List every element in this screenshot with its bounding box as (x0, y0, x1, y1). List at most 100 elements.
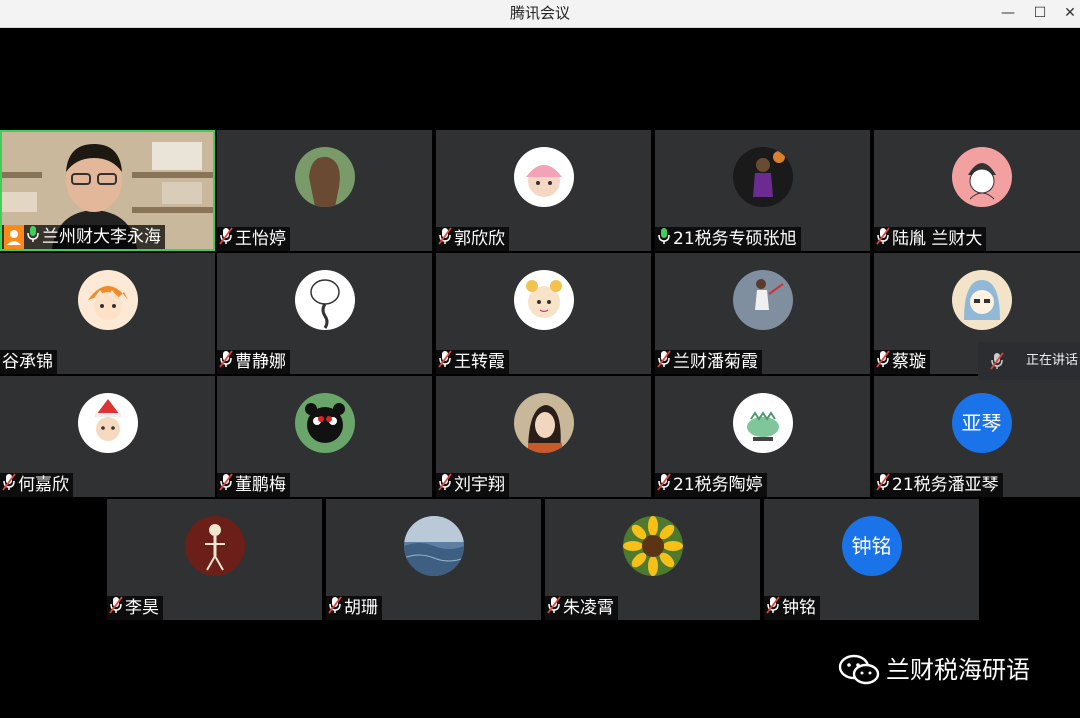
participant-name: 谷承锦 (2, 352, 53, 372)
participant-tile[interactable]: 郭欣欣 (436, 130, 651, 251)
muted-mic-icon (766, 595, 782, 621)
muted-mic-icon (876, 226, 892, 252)
participant-name-label: 钟铭 (764, 595, 820, 621)
participant-name-label: 朱凌霄 (545, 595, 618, 621)
participant-name: 21税务专硕张旭 (673, 229, 797, 249)
participant-name-label: 兰财潘菊霞 (655, 349, 762, 374)
speaking-indicator: 正在讲话 (978, 342, 1080, 380)
participant-name: 21税务陶婷 (673, 475, 763, 495)
participant-name: 王怡婷 (235, 229, 286, 249)
tennis-player-avatar (732, 269, 793, 330)
muted-mic-icon (2, 472, 18, 498)
participant-tile[interactable]: 陆胤 兰财大 (874, 130, 1080, 251)
participant-name: 何嘉欣 (18, 475, 69, 495)
participant-name-label: 曹静娜 (217, 349, 290, 375)
participant-name: 陆胤 兰财大 (892, 229, 983, 249)
text-avatar: 亚琴 (951, 392, 1012, 453)
watermark-text: 兰财税海研语 (886, 656, 1030, 684)
participant-name: 朱凌霄 (563, 598, 614, 618)
dinosaur-avatar (732, 392, 793, 453)
participant-name-label: 胡珊 (326, 595, 382, 621)
participant-name-label: 21税务专硕张旭 (655, 227, 801, 251)
participant-name: 刘宇翔 (454, 475, 505, 495)
sunflower-avatar (622, 515, 683, 576)
participant-name-label: 蔡璇 (874, 349, 930, 375)
participant-tile[interactable]: 何嘉欣 (0, 376, 215, 497)
muted-mic-icon (876, 349, 892, 375)
skeleton-avatar (184, 515, 245, 576)
sea-avatar (403, 515, 464, 576)
participant-name: 兰财潘菊霞 (673, 352, 758, 372)
participant-tile[interactable]: 谷承锦 (0, 253, 215, 374)
participant-name-label: 21税务陶婷 (655, 472, 767, 498)
muted-mic-icon (219, 472, 235, 498)
close-icon[interactable]: ✕ (1050, 0, 1080, 27)
participant-tile[interactable]: 亚琴 21税务潘亚琴 (874, 376, 1080, 497)
text-avatar: 钟铭 (841, 515, 902, 576)
participant-name: 李昊 (125, 598, 159, 618)
muted-mic-icon (990, 352, 1004, 370)
participant-name-label: 董鹏梅 (217, 472, 290, 498)
kumamon-avatar (294, 392, 355, 453)
participant-name: 曹静娜 (235, 352, 286, 372)
participant-tile[interactable]: 兰财潘菊霞 (655, 253, 870, 374)
participant-tile[interactable]: 朱凌霄 (545, 499, 760, 620)
cartoon-girl-avatar (513, 146, 574, 207)
participant-tile[interactable]: 董鹏梅 (217, 376, 432, 497)
participant-name: 兰州财大李永海 (42, 227, 161, 247)
muted-mic-icon (876, 472, 892, 498)
speaking-label: 正在讲话 (1026, 353, 1079, 368)
participant-tile[interactable]: 王转霞 (436, 253, 651, 374)
muted-mic-icon (328, 595, 344, 621)
participant-name: 郭欣欣 (454, 229, 505, 249)
window-title: 腾讯会议 (509, 4, 570, 22)
participant-grid: 兰州财大李永海 王怡婷 郭欣欣 21税务专硕张旭 陆胤 兰财大谷承锦 曹静娜 王转霞 兰财潘菊… (0, 130, 1080, 625)
muted-mic-icon (438, 226, 454, 252)
participant-name: 胡珊 (344, 598, 378, 618)
hooded-cartoon-avatar (951, 269, 1012, 330)
participant-name-label: 兰州财大李永海 (2, 225, 165, 249)
mic-icon (657, 227, 673, 252)
watermark: 兰财税海研语 (838, 652, 1030, 688)
basketball-player-avatar (732, 146, 793, 207)
participant-tile[interactable]: 钟铭 钟铭 (764, 499, 979, 620)
muted-mic-icon (657, 472, 673, 498)
muted-mic-icon (438, 472, 454, 498)
participant-tile[interactable]: 胡珊 (326, 499, 541, 620)
orange-hair-cartoon-avatar (77, 269, 138, 330)
illustrated-girl-avatar (294, 146, 355, 207)
host-badge-icon (4, 225, 24, 249)
muted-mic-icon (547, 595, 563, 621)
participant-name-label: 陆胤 兰财大 (874, 226, 987, 252)
participant-name: 钟铭 (782, 598, 816, 618)
participant-name-label: 谷承锦 (0, 350, 57, 374)
hat-sketch-avatar (951, 146, 1012, 207)
muted-mic-icon (109, 595, 125, 621)
title-bar: 腾讯会议 — ☐ ✕ (0, 0, 1080, 28)
portrait-photo-avatar (513, 392, 574, 453)
participant-tile[interactable]: 王怡婷 (217, 130, 432, 251)
participant-name-label: 21税务潘亚琴 (874, 472, 1003, 498)
muted-mic-icon (219, 349, 235, 375)
participant-name-label: 郭欣欣 (436, 226, 509, 252)
participant-tile[interactable]: 刘宇翔 (436, 376, 651, 497)
cartoon-animal-avatar (513, 269, 574, 330)
participant-name-label: 王怡婷 (217, 226, 290, 252)
participant-tile[interactable]: 李昊 (107, 499, 322, 620)
participant-name-label: 刘宇翔 (436, 472, 509, 498)
participant-name-label: 何嘉欣 (0, 472, 73, 498)
participant-name-label: 李昊 (107, 595, 163, 621)
santa-hat-cartoon-avatar (77, 392, 138, 453)
muted-mic-icon (438, 349, 454, 375)
participant-name: 王转霞 (454, 352, 505, 372)
participant-name-label: 王转霞 (436, 349, 509, 375)
participant-tile[interactable]: 21税务陶婷 (655, 376, 870, 497)
braid-sketch-avatar (294, 269, 355, 330)
participant-tile[interactable]: 兰州财大李永海 (0, 130, 215, 251)
muted-mic-icon (219, 226, 235, 252)
participant-name: 董鹏梅 (235, 475, 286, 495)
participant-name: 蔡璇 (892, 352, 926, 372)
participant-name: 21税务潘亚琴 (892, 475, 999, 495)
participant-tile[interactable]: 21税务专硕张旭 (655, 130, 870, 251)
participant-tile[interactable]: 曹静娜 (217, 253, 432, 374)
